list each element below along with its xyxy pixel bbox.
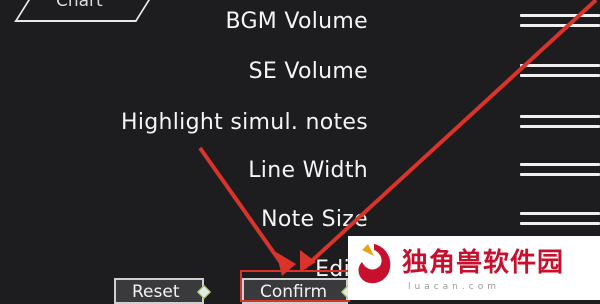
diamond-icon	[196, 284, 212, 300]
watermark-subtitle: luacan.com	[408, 282, 500, 292]
slider-rail	[520, 14, 600, 17]
confirm-highlight-outline	[240, 270, 350, 302]
slider-rail	[520, 173, 600, 176]
setting-label-line-width: Line Width	[248, 158, 368, 183]
bgm-volume-slider[interactable]	[520, 14, 600, 30]
slider-rail	[520, 24, 600, 27]
arrowhead-icon	[300, 250, 316, 272]
setting-label-note-size: Note Size	[261, 207, 368, 232]
setting-label-se-volume: SE Volume	[248, 59, 368, 84]
setting-label-bgm-volume: BGM Volume	[225, 9, 368, 34]
reset-button[interactable]: Reset	[114, 278, 212, 304]
watermark-title: 独角兽软件园	[402, 248, 565, 278]
slider-rail	[520, 74, 600, 77]
se-volume-slider[interactable]	[520, 64, 600, 80]
note-size-slider[interactable]	[520, 212, 600, 228]
slider-rail	[520, 64, 600, 67]
unicorn-logo-icon	[358, 244, 391, 284]
reset-button-label: Reset	[132, 282, 180, 302]
slider-rail	[520, 212, 600, 215]
slider-rail	[520, 163, 600, 166]
slider-rail	[520, 115, 600, 118]
chart-tab-label: Chart	[56, 0, 103, 11]
setting-label-highlight-simul-notes: Highlight simul. notes	[121, 110, 368, 135]
slider-rail	[520, 125, 600, 128]
highlight-simul-notes-toggle[interactable]	[520, 115, 600, 131]
slider-rail	[520, 222, 600, 225]
line-width-slider[interactable]	[520, 163, 600, 179]
